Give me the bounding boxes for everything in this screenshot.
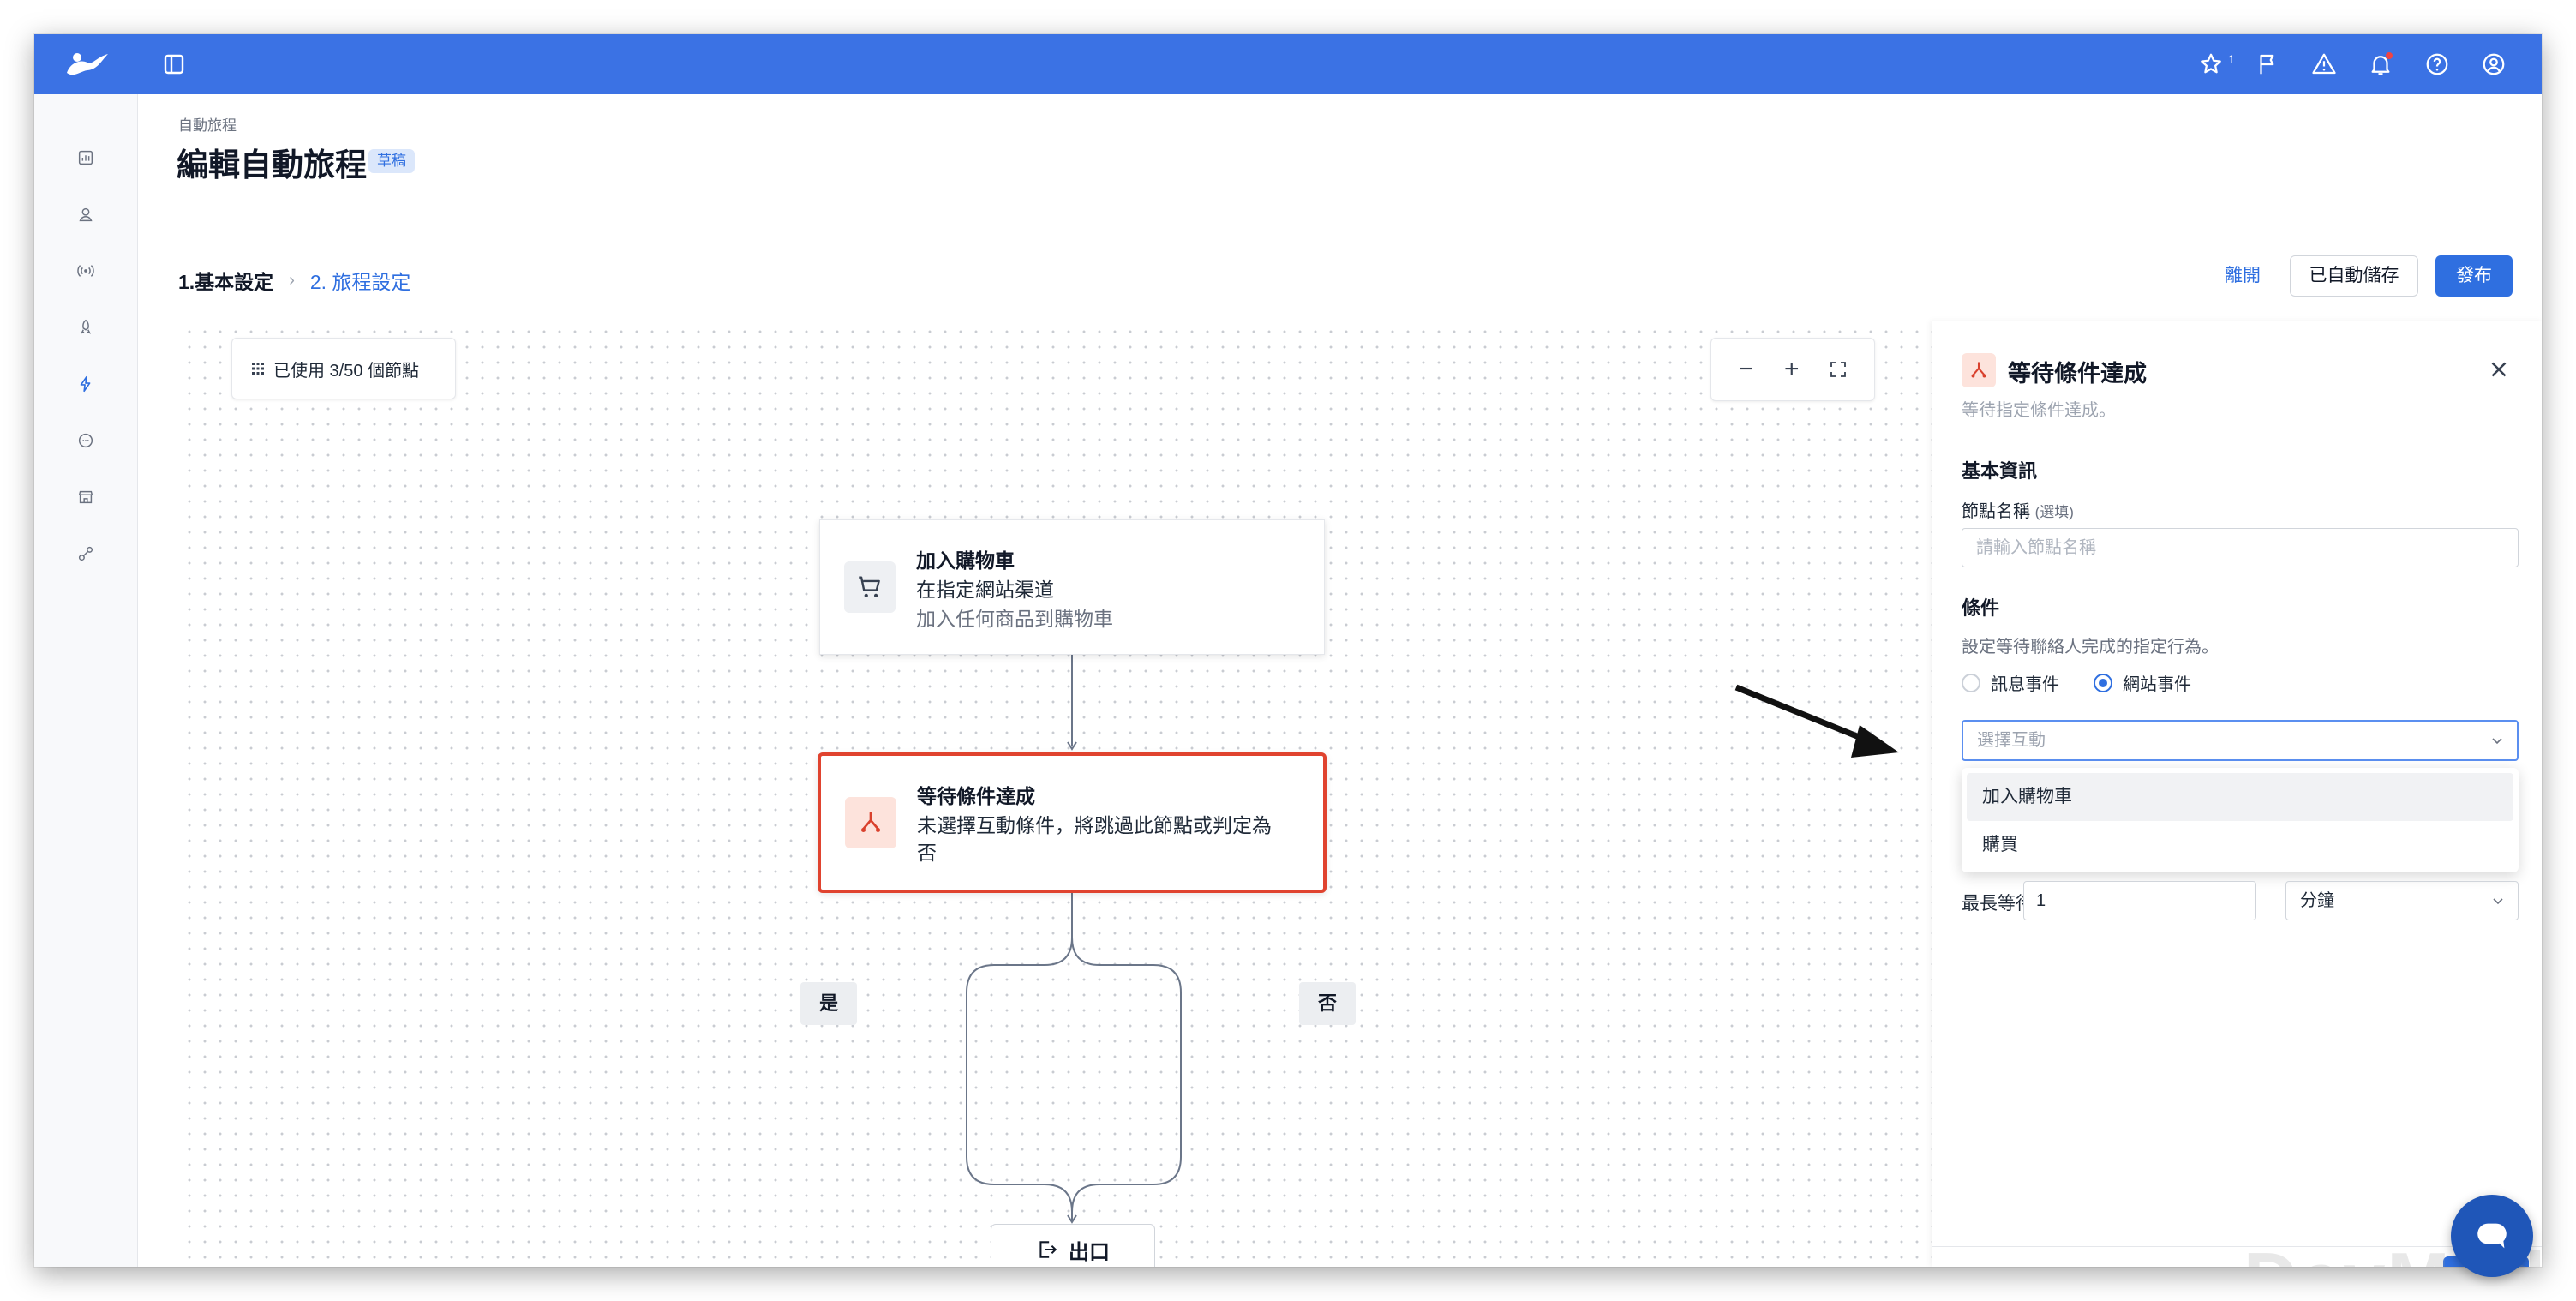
contacts-icon[interactable] [70, 199, 101, 230]
bell-icon[interactable] [2367, 51, 2394, 78]
help-icon[interactable] [2423, 51, 2451, 78]
panel-description: 等待指定條件達成。 [1962, 401, 2116, 420]
dashboard-icon[interactable] [70, 142, 101, 173]
star-count: 1 [2228, 52, 2235, 66]
flag-icon[interactable] [2254, 51, 2281, 78]
panel-title: 等待條件達成 [2008, 361, 2147, 387]
node-title: 加入購物車 [916, 549, 1015, 572]
max-wait-unit-select[interactable]: 分鐘 [2285, 881, 2519, 920]
integration-icon[interactable] [70, 538, 101, 569]
interaction-dropdown: 加入購物車 購買 [1962, 768, 2519, 872]
flow-canvas[interactable]: 已使用 3/50 個節點 − + 加入購物車 在指定網站渠道 加入任何商品到購物… [178, 321, 1932, 1267]
dropdown-option[interactable]: 購買 [1967, 821, 2513, 869]
step-separator: › [289, 270, 295, 290]
sidebar-toggle-icon[interactable] [161, 51, 187, 77]
node-wait-condition[interactable]: 等待條件達成 未選擇互動條件，將跳過此節點或判定為 否 [818, 752, 1327, 893]
publish-button[interactable]: 發布 [2435, 255, 2513, 297]
node-subtitle: 未選擇互動條件，將跳過此節點或判定為 [917, 814, 1272, 836]
chevron-down-icon [2493, 898, 2503, 905]
broadcast-icon[interactable] [70, 255, 101, 286]
chat-support-button[interactable] [2451, 1195, 2533, 1277]
node-subtitle-continued: 否 [917, 842, 937, 864]
branch-icon [845, 797, 896, 848]
exit-label: 出口 [1069, 1240, 1110, 1264]
node-name-label-text: 節點名稱 [1962, 502, 2030, 521]
node-name-label: 節點名稱 (選填) [1962, 497, 2074, 522]
interaction-select-placeholder: 選擇互動 [1977, 731, 2046, 750]
top-bar: 1 [34, 34, 2542, 94]
node-title: 等待條件達成 [917, 785, 1035, 807]
step-journey-settings[interactable]: 2. 旅程設定 [310, 266, 411, 295]
radio-website-label[interactable]: 網站事件 [2123, 670, 2191, 695]
node-description: 加入任何商品到購物車 [916, 608, 1113, 630]
status-badge: 草稿 [368, 149, 415, 173]
user-icon[interactable] [2480, 51, 2507, 78]
node-subtitle: 在指定網站渠道 [916, 579, 1054, 601]
automation-icon[interactable] [70, 369, 101, 399]
chat-icon[interactable] [70, 425, 101, 456]
branch-no-label: 否 [1299, 982, 1356, 1025]
branch-yes-label: 是 [800, 982, 857, 1025]
notification-dot [2386, 52, 2393, 59]
chat-bubble-icon [2477, 1223, 2507, 1249]
node-add-to-cart[interactable]: 加入購物車 在指定網站渠道 加入任何商品到購物車 [819, 519, 1325, 655]
step-basic-settings[interactable]: 1.基本設定 [178, 266, 273, 295]
basic-info-heading: 基本資訊 [1962, 460, 2038, 482]
interaction-select[interactable]: 選擇互動 [1962, 720, 2519, 761]
max-wait-input[interactable] [2023, 881, 2256, 920]
left-sidebar [34, 94, 138, 1267]
exit-icon [1039, 1241, 1057, 1258]
exit-node[interactable]: 出口 [991, 1224, 1155, 1267]
condition-description: 設定等待聯絡人完成的指定行為。 [1962, 638, 2219, 656]
autosaved-button[interactable]: 已自動儲存 [2290, 255, 2418, 297]
app-window: 1 自動旅程 編輯自動旅程 草稿 1.基本設定 › 2. 旅程設定 離開 已自動… [34, 34, 2542, 1267]
leave-button[interactable]: 離開 [2218, 255, 2267, 297]
radio-website-event[interactable] [2094, 673, 2112, 692]
node-name-input[interactable] [1962, 528, 2519, 567]
condition-heading: 條件 [1962, 597, 2000, 619]
cart-icon [844, 561, 896, 613]
warning-icon[interactable] [2310, 51, 2338, 78]
radio-message-event[interactable] [1962, 673, 1980, 692]
star-icon[interactable]: 1 [2197, 51, 2235, 78]
dropdown-option[interactable]: 加入購物車 [1967, 773, 2513, 821]
rocket-icon[interactable] [70, 312, 101, 343]
chevron-down-icon [2492, 738, 2502, 745]
brand-logo-icon[interactable] [62, 47, 113, 81]
event-type-radio-group: 訊息事件 網站事件 [1962, 670, 2191, 695]
optional-hint: (選填) [2034, 504, 2074, 520]
store-icon[interactable] [70, 482, 101, 513]
radio-message-label[interactable]: 訊息事件 [1991, 670, 2059, 695]
close-icon[interactable] [2486, 357, 2512, 382]
breadcrumb[interactable]: 自動旅程 [178, 113, 237, 135]
page-title: 編輯自動旅程 [177, 147, 367, 183]
step-indicator: 1.基本設定 › 2. 旅程設定 [178, 266, 410, 295]
branch-icon [1962, 353, 1996, 387]
max-wait-unit-value: 分鐘 [2300, 891, 2334, 910]
node-settings-panel: 等待條件達成 等待指定條件達成。 基本資訊 節點名稱 (選填) 條件 設定等待聯… [1932, 321, 2542, 1267]
